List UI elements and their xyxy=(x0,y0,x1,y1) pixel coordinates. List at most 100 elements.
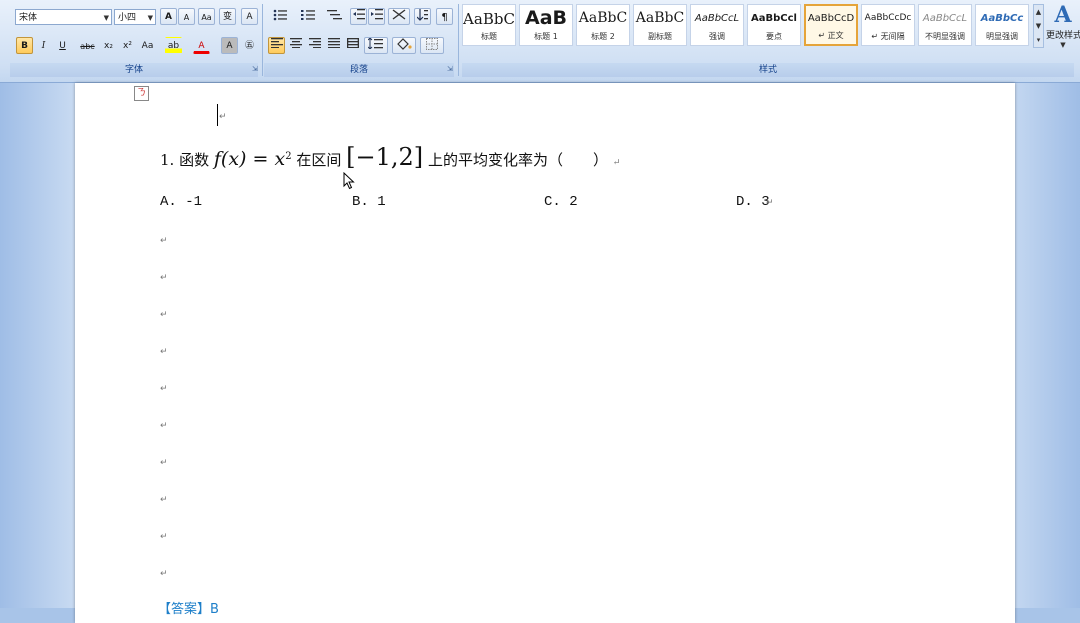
paragraph-mark: ↵ xyxy=(219,112,227,122)
shading-button[interactable] xyxy=(392,37,416,54)
paragraph-dialog-launcher-icon[interactable]: ⇲ xyxy=(447,65,455,73)
paragraph-mark: ↵ xyxy=(160,384,168,394)
styles-a-icon: A xyxy=(1054,2,1072,28)
paragraph-group-label: 段落 xyxy=(264,63,454,77)
style-tile-subtle-emphasis[interactable]: AaBbCcL 不明显强调 xyxy=(918,4,972,46)
line-spacing-icon xyxy=(367,37,383,50)
paragraph-mark: ↵ xyxy=(766,198,774,208)
bullet-list-icon xyxy=(273,9,287,21)
chinese-layout-icon xyxy=(392,9,406,20)
paragraph-mark: ↵ xyxy=(160,310,168,320)
font-name-combo[interactable]: 宋体 ▼ xyxy=(15,9,112,25)
change-styles-label: 更改样式 xyxy=(1046,31,1080,41)
decrease-indent-button[interactable] xyxy=(350,8,367,25)
chevron-up-icon[interactable]: ▲ xyxy=(1034,5,1043,19)
paragraph-mark: ↵ xyxy=(160,458,168,468)
superscript-button[interactable]: x² xyxy=(119,37,136,54)
numbering-button[interactable] xyxy=(296,8,322,25)
chinese-layout-button[interactable] xyxy=(388,8,410,25)
align-center-button[interactable] xyxy=(287,37,304,54)
more-icon[interactable]: ▾ xyxy=(1034,33,1043,47)
paragraph-mark: ↵ xyxy=(160,495,168,505)
shrink-font-button[interactable]: A xyxy=(178,8,195,25)
change-styles-button[interactable]: A 更改样式 ▼ xyxy=(1046,2,1080,62)
styles-scroll[interactable]: ▲ ▼ ▾ xyxy=(1033,4,1044,48)
distributed-button[interactable] xyxy=(344,37,361,54)
change-case-button[interactable]: Aa xyxy=(139,37,156,54)
function-expression: f(x) = x xyxy=(213,148,286,170)
option-d: D. 3 xyxy=(736,194,770,210)
style-tile-strong[interactable]: AaBbCcl 要点 xyxy=(747,4,801,46)
style-tile-emphasis[interactable]: AaBbCcL 强调 xyxy=(690,4,744,46)
style-tile-heading1[interactable]: AaB 标题 1 xyxy=(519,4,573,46)
font-name-value: 宋体 xyxy=(19,13,38,23)
sort-button[interactable] xyxy=(414,8,431,25)
style-tile-normal[interactable]: AaBbCcD ↵ 正文 xyxy=(804,4,858,46)
show-marks-button[interactable]: ¶ xyxy=(436,8,453,25)
chevron-down-icon[interactable]: ▼ xyxy=(1034,19,1043,33)
exponent: 2 xyxy=(285,151,292,162)
chevron-down-icon[interactable]: ▼ xyxy=(104,10,109,26)
strikethrough-button[interactable]: abc xyxy=(79,37,96,54)
phonetic-guide-button[interactable]: 变 xyxy=(219,8,236,25)
align-left-button[interactable] xyxy=(268,37,285,54)
paint-bucket-icon xyxy=(397,38,412,50)
char-border-button[interactable]: A xyxy=(241,8,258,25)
borders-button[interactable] xyxy=(420,37,444,54)
option-a: A. -1 xyxy=(160,194,203,210)
paragraph-mark: ↵ xyxy=(160,236,168,246)
grow-font-button[interactable]: A xyxy=(160,8,177,25)
distributed-icon xyxy=(346,38,359,48)
highlight-button[interactable]: ab xyxy=(165,37,182,54)
bold-button[interactable]: B xyxy=(16,37,33,54)
question-1: 1. 函数 f(x) = x2 在区间 [−1,2] 上的平均变化率为（ ） ↵ xyxy=(160,143,620,171)
option-c: C. 2 xyxy=(544,194,578,210)
chevron-down-icon[interactable]: ▼ xyxy=(148,10,153,26)
bullets-button[interactable] xyxy=(268,8,294,25)
chevron-down-icon: ▼ xyxy=(1060,41,1066,49)
italic-button[interactable]: I xyxy=(35,37,52,54)
justify-icon xyxy=(327,38,340,48)
enclose-char-button[interactable]: ㊄ xyxy=(241,37,258,54)
border-grid-icon xyxy=(426,38,438,50)
group-divider xyxy=(458,4,459,76)
outdent-icon xyxy=(352,9,365,20)
font-dialog-launcher-icon[interactable]: ⇲ xyxy=(252,65,260,73)
ime-indicator-icon[interactable]: ㄋ xyxy=(134,86,149,101)
ribbon: 宋体 ▼ 小四 ▼ A A Aa 变 A B I U abc x₂ x² Aa … xyxy=(0,0,1080,83)
paragraph-mark: ↵ xyxy=(160,273,168,283)
sort-icon xyxy=(416,9,428,21)
paragraph-mark: ↵ xyxy=(160,569,168,579)
style-tile-title[interactable]: AaBbC 标题 xyxy=(462,4,516,46)
subscript-button[interactable]: x₂ xyxy=(100,37,117,54)
question-text: 函数 xyxy=(179,151,210,169)
text-caret xyxy=(217,104,218,126)
indent-icon xyxy=(370,9,383,20)
justify-button[interactable] xyxy=(325,37,342,54)
align-left-icon xyxy=(270,38,283,48)
clear-format-button[interactable]: Aa xyxy=(198,8,215,25)
question-number: 1. xyxy=(160,151,175,169)
font-color-button[interactable]: A xyxy=(193,37,210,54)
paragraph-mark: ↵ xyxy=(160,347,168,357)
align-right-button[interactable] xyxy=(306,37,323,54)
multilevel-list-icon xyxy=(327,10,342,20)
highlighter-icon: ab xyxy=(167,41,180,51)
style-tile-heading2[interactable]: AaBbC 标题 2 xyxy=(576,4,630,46)
style-tile-intense-emphasis[interactable]: AaBbCc 明显强调 xyxy=(975,4,1029,46)
char-shading-button[interactable]: A xyxy=(221,37,238,54)
multilevel-list-button[interactable] xyxy=(323,8,347,25)
line-spacing-button[interactable] xyxy=(364,37,388,54)
option-b: B. 1 xyxy=(352,194,386,210)
mouse-pointer-icon xyxy=(343,172,355,190)
group-divider xyxy=(262,4,263,76)
increase-indent-button[interactable] xyxy=(368,8,385,25)
font-size-combo[interactable]: 小四 ▼ xyxy=(114,9,156,25)
styles-group-label: 样式 xyxy=(462,63,1074,77)
underline-button[interactable]: U xyxy=(54,37,71,54)
style-tile-no-spacing[interactable]: AaBbCcDc ↵ 无间隔 xyxy=(861,4,915,46)
style-tile-subtitle[interactable]: AaBbC 副标题 xyxy=(633,4,687,46)
align-center-icon xyxy=(289,38,302,48)
font-size-value: 小四 xyxy=(118,13,137,23)
paragraph-mark: ↵ xyxy=(160,421,168,431)
